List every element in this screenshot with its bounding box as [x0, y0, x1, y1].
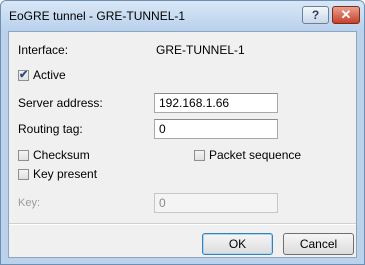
routing-tag-label: Routing tag:: [18, 122, 83, 136]
window-title: EoGRE tunnel - GRE-TUNNEL-1: [9, 9, 186, 23]
cancel-button[interactable]: Cancel: [283, 233, 354, 255]
help-button[interactable]: ?: [302, 6, 329, 24]
active-checkbox[interactable]: ✔: [18, 69, 29, 81]
key-label: Key:: [18, 197, 41, 209]
checksum-label[interactable]: Checksum: [33, 148, 90, 162]
dialog-window: EoGRE tunnel - GRE-TUNNEL-1 ? ✕ Interfac…: [0, 0, 365, 265]
help-icon: ?: [311, 8, 320, 22]
packet-sequence-label[interactable]: Packet sequence: [209, 148, 301, 162]
separator: [9, 223, 356, 225]
key-present-label[interactable]: Key present: [33, 167, 97, 181]
active-label[interactable]: Active: [33, 68, 66, 82]
server-address-field[interactable]: 192.168.1.66: [154, 93, 278, 113]
checksum-checkbox[interactable]: [18, 150, 29, 161]
server-address-label: Server address:: [18, 96, 103, 110]
checkmark-icon: ✔: [19, 69, 29, 81]
dialog-body: Interface: GRE-TUNNEL-1 ✔ Active Server …: [8, 31, 357, 258]
routing-tag-field[interactable]: 0: [154, 119, 278, 139]
key-present-checkbox[interactable]: [18, 169, 29, 180]
ok-button[interactable]: OK: [202, 233, 273, 255]
interface-value: GRE-TUNNEL-1: [156, 43, 245, 57]
packet-sequence-checkbox[interactable]: [194, 150, 205, 161]
title-bar[interactable]: EoGRE tunnel - GRE-TUNNEL-1 ? ✕: [1, 1, 364, 31]
key-field: 0: [154, 193, 278, 213]
close-icon: ✕: [340, 7, 352, 22]
interface-label: Interface:: [18, 43, 69, 57]
close-button[interactable]: ✕: [332, 6, 360, 24]
